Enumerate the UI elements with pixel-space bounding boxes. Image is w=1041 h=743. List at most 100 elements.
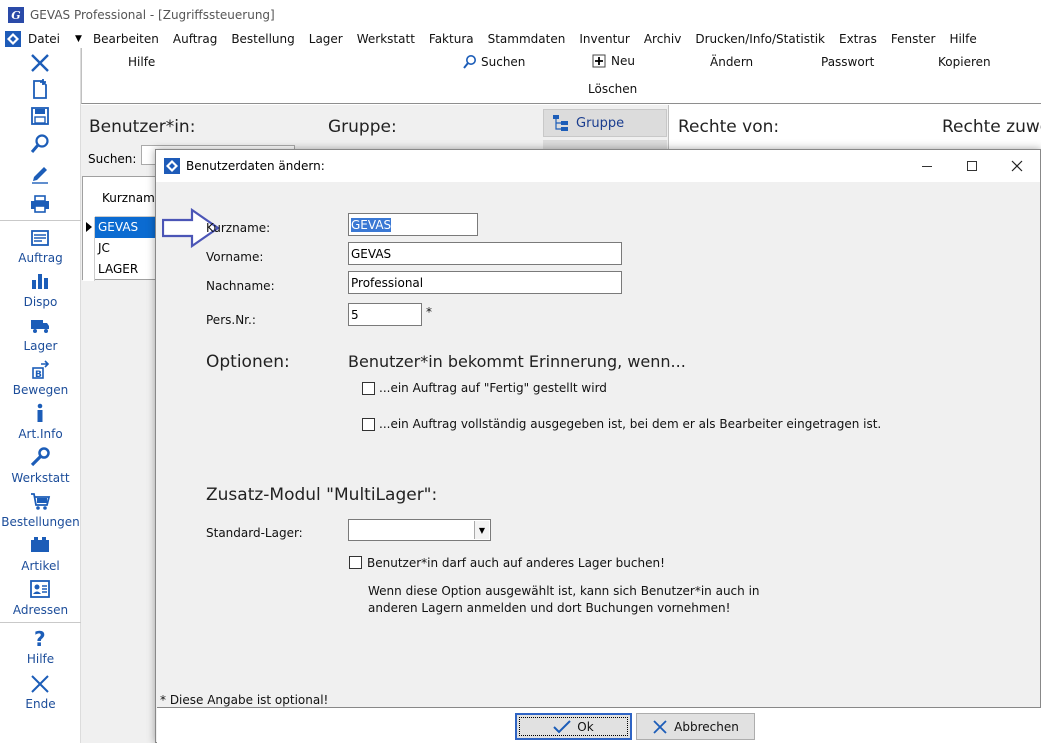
artikel-icon[interactable] xyxy=(29,534,51,556)
sidebar-item-art-info[interactable]: Art.Info xyxy=(0,427,81,441)
wrench-icon[interactable] xyxy=(29,446,51,468)
chevron-down-icon[interactable]: ▼ xyxy=(474,521,489,539)
menu-auftrag[interactable]: Auftrag xyxy=(166,32,224,46)
sidebar-item-artikel[interactable]: Artikel xyxy=(0,559,81,573)
cancel-x-icon xyxy=(653,719,667,734)
list-item[interactable]: LAGER xyxy=(95,259,159,280)
cancel-button[interactable]: Abbrechen xyxy=(636,713,755,740)
maximize-icon[interactable] xyxy=(949,150,995,182)
menu-inventur[interactable]: Inventur xyxy=(572,32,636,46)
standard-lager-select[interactable]: ▼ xyxy=(348,519,491,541)
toolbar-neu-button[interactable]: Neu xyxy=(592,54,635,68)
gevas-app-icon: G xyxy=(8,7,24,23)
minimize-icon[interactable] xyxy=(904,150,950,182)
sidebar-item-bewegen[interactable]: Bewegen xyxy=(0,383,81,397)
cart-icon[interactable] xyxy=(29,490,51,512)
gruppe-button-label: Gruppe xyxy=(576,115,625,131)
vorname-field[interactable]: GEVAS xyxy=(348,242,622,265)
menu-drucken-info-statistik[interactable]: Drucken/Info/Statistik xyxy=(688,32,832,46)
multilager-info-line1: Wenn diese Option ausgewählt ist, kann s… xyxy=(368,584,760,598)
menu-bearbeiten[interactable]: Bearbeiten xyxy=(86,32,166,46)
menu-hilfe[interactable]: Hilfe xyxy=(942,32,983,46)
auftrag-icon[interactable] xyxy=(29,227,51,249)
toolbar-aendern-button[interactable]: Ändern xyxy=(710,55,753,69)
list-item[interactable]: JC xyxy=(95,238,159,259)
menu-extras[interactable]: Extras xyxy=(832,32,884,46)
menu-stammdaten[interactable]: Stammdaten xyxy=(481,32,573,46)
optional-footnote: * Diese Angabe ist optional! xyxy=(160,693,329,707)
close-icon[interactable] xyxy=(29,52,51,74)
list-item[interactable]: GEVAS xyxy=(95,217,159,238)
window-title: GEVAS Professional - [Zugriffssteuerung] xyxy=(30,8,275,22)
toolbar-neu-label: Neu xyxy=(611,54,635,68)
toolbar-suchen-button[interactable]: Suchen xyxy=(462,54,525,70)
ok-button[interactable]: Ok xyxy=(515,713,632,740)
sidebar-item-hilfe[interactable]: Hilfe xyxy=(0,652,81,666)
address-card-icon[interactable] xyxy=(29,578,51,600)
sidebar-item-werkstatt[interactable]: Werkstatt xyxy=(0,471,81,485)
suchen-label: Suchen: xyxy=(88,152,137,166)
sidebar-item-bestellungen[interactable]: Bestellungen xyxy=(0,515,81,529)
gruppe-button[interactable]: Gruppe xyxy=(543,109,667,137)
optional-marker: * xyxy=(426,305,432,319)
left-sidebar: Auftrag Dispo Lager B Bewegen Art.Info W… xyxy=(0,48,81,743)
toolbar: Hilfe Suchen Neu Ändern Passwort Kopiere… xyxy=(81,48,1041,104)
gruppe-heading: Gruppe: xyxy=(328,117,397,137)
lager-icon[interactable] xyxy=(29,314,51,336)
row-pointer-icon xyxy=(86,222,92,232)
benutzerdaten-dialog: Benutzerdaten ändern: Kurzname: GEVAS Vo… xyxy=(155,149,1041,743)
nachname-label: Nachname: xyxy=(206,279,275,293)
help-icon[interactable]: ? xyxy=(29,627,51,649)
menu-fenster[interactable]: Fenster xyxy=(884,32,943,46)
dispo-icon[interactable] xyxy=(29,270,51,292)
window-titlebar: G GEVAS Professional - [Zugriffssteuerun… xyxy=(0,0,1041,30)
sidebar-item-dispo[interactable]: Dispo xyxy=(0,295,81,309)
toolbar-hilfe-button[interactable]: Hilfe xyxy=(128,55,155,69)
menu-datei[interactable]: Datei xyxy=(26,32,67,46)
toolbar-passwort-button[interactable]: Passwort xyxy=(821,55,874,69)
vorname-label: Vorname: xyxy=(206,250,264,264)
sidebar-item-adressen[interactable]: Adressen xyxy=(0,603,81,617)
sidebar-item-ende[interactable]: Ende xyxy=(0,697,81,711)
ok-label: Ok xyxy=(577,719,594,734)
check-icon xyxy=(553,719,572,733)
persnr-field[interactable]: 5 xyxy=(348,303,422,326)
benutzer-heading: Benutzer*in: xyxy=(89,117,196,137)
option-ausgegeben-checkbox[interactable] xyxy=(362,418,375,431)
printer-icon[interactable] xyxy=(29,193,51,215)
cancel-label: Abbrechen xyxy=(674,719,739,734)
option-fertig-label[interactable]: ...ein Auftrag auf "Fertig" gestellt wir… xyxy=(379,381,607,395)
anderes-lager-label[interactable]: Benutzer*in darf auch auf anderes Lager … xyxy=(367,556,665,570)
gevas-diamond-icon[interactable] xyxy=(4,30,22,48)
menu-werkstatt[interactable]: Werkstatt xyxy=(350,32,422,46)
svg-text:?: ? xyxy=(34,627,46,649)
anderes-lager-checkbox[interactable] xyxy=(349,556,362,569)
toolbar-kopieren-button[interactable]: Kopieren xyxy=(938,55,991,69)
nachname-field[interactable]: Professional xyxy=(348,271,622,294)
search-icon[interactable] xyxy=(29,133,51,155)
menu-dropdown-icon[interactable]: ▼ xyxy=(75,34,82,44)
rechte-panel: Rechte von: Rechte zuwe xyxy=(668,105,1041,149)
gevas-diamond-icon xyxy=(164,158,180,174)
menu-faktura[interactable]: Faktura xyxy=(422,32,481,46)
menu-lager[interactable]: Lager xyxy=(302,32,350,46)
pencil-icon[interactable] xyxy=(29,163,51,185)
save-icon[interactable] xyxy=(29,105,51,127)
kurzname-field[interactable]: GEVAS xyxy=(348,213,478,236)
option-ausgegeben-label[interactable]: ...ein Auftrag vollständig ausgegeben is… xyxy=(379,417,881,431)
sidebar-item-lager[interactable]: Lager xyxy=(0,339,81,353)
menubar: Datei ▼ Bearbeiten Auftrag Bestellung La… xyxy=(0,30,1041,48)
menu-bestellung[interactable]: Bestellung xyxy=(224,32,301,46)
toolbar-loeschen-button[interactable]: Löschen xyxy=(588,82,637,96)
close-icon[interactable] xyxy=(994,150,1040,182)
option-fertig-checkbox[interactable] xyxy=(362,382,375,395)
bewegen-icon[interactable]: B xyxy=(29,358,51,380)
info-icon[interactable] xyxy=(29,402,51,424)
menu-archiv[interactable]: Archiv xyxy=(637,32,689,46)
kurzname-value: GEVAS xyxy=(351,218,392,232)
sidebar-separator xyxy=(0,622,81,623)
sidebar-item-auftrag[interactable]: Auftrag xyxy=(0,251,81,265)
close-icon[interactable] xyxy=(29,673,51,695)
list-header-kurzname[interactable]: Kurzname xyxy=(95,177,162,217)
new-document-icon[interactable] xyxy=(29,78,51,100)
